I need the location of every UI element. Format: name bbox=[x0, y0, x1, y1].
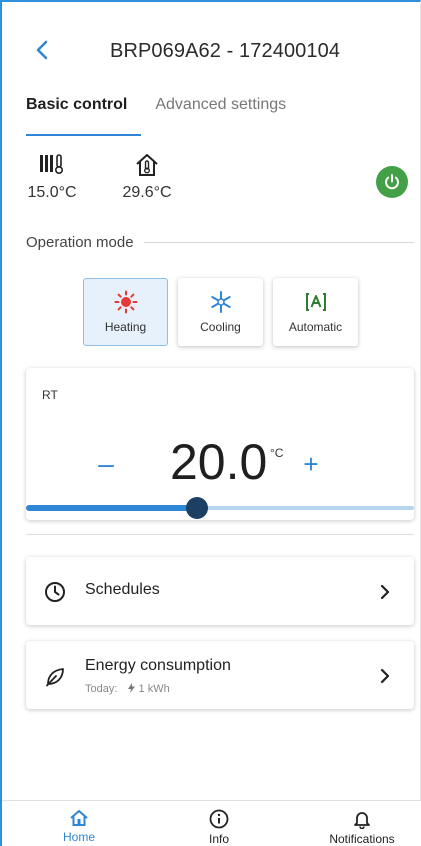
energy-today: Today: 1 kWh bbox=[85, 683, 170, 695]
chevron-right-icon bbox=[380, 584, 390, 600]
slider-track-rest bbox=[197, 506, 414, 510]
energy-today-value: 1 kWh bbox=[138, 683, 170, 695]
bell-icon bbox=[354, 812, 370, 829]
mode-cooling-label: Cooling bbox=[200, 320, 241, 334]
energy-consumption-card[interactable]: Energy consumption Today: 1 kWh bbox=[26, 641, 414, 709]
home-thermometer-icon bbox=[136, 154, 158, 176]
page-title: BRP069A62 - 172400104 bbox=[110, 40, 341, 62]
home-icon bbox=[70, 810, 88, 826]
indoor-temperature-value: 29.6°C bbox=[122, 184, 172, 201]
chevron-right-icon bbox=[380, 668, 390, 684]
operation-mode-header: Operation mode bbox=[26, 234, 414, 251]
rt-label: RT bbox=[42, 388, 58, 402]
indoor-temperature: 29.6°C bbox=[116, 152, 178, 202]
auto-icon bbox=[305, 293, 326, 311]
back-button[interactable] bbox=[28, 36, 56, 64]
operation-mode-selector: Heating Cooling Automatic bbox=[83, 278, 358, 346]
energy-today-label: Today: bbox=[85, 683, 118, 695]
slider-fill bbox=[26, 505, 197, 511]
operation-mode-label: Operation mode bbox=[26, 234, 134, 251]
snowflake-icon bbox=[210, 291, 231, 313]
app-screen: BRP069A62 - 172400104 Basic control Adva… bbox=[0, 0, 421, 846]
power-button[interactable] bbox=[376, 166, 408, 198]
energy-consumption-label: Energy consumption bbox=[85, 657, 231, 674]
temperature-slider[interactable] bbox=[26, 497, 414, 519]
header: BRP069A62 - 172400104 bbox=[2, 2, 420, 88]
temperature-setpoint: 20.0 bbox=[170, 434, 268, 490]
slider-thumb[interactable] bbox=[186, 497, 208, 519]
outdoor-thermometer-icon bbox=[40, 154, 63, 175]
schedules-card[interactable]: Schedules bbox=[26, 557, 414, 625]
sun-icon bbox=[114, 290, 137, 314]
nav-home-label: Home bbox=[62, 830, 95, 844]
mode-automatic-label: Automatic bbox=[288, 320, 343, 334]
chevron-left-icon bbox=[36, 40, 48, 60]
temperature-unit: °C bbox=[270, 446, 284, 460]
leaf-icon bbox=[46, 668, 64, 687]
increase-temperature-button[interactable]: + bbox=[299, 450, 323, 478]
decrease-temperature-button[interactable]: – bbox=[94, 450, 118, 478]
tab-basic-control[interactable]: Basic control bbox=[26, 96, 142, 136]
schedules-label: Schedules bbox=[85, 581, 160, 598]
mode-heating-label: Heating bbox=[104, 320, 147, 334]
tab-advanced-settings[interactable]: Advanced settings bbox=[155, 96, 286, 136]
nav-notifications[interactable]: Notifications bbox=[320, 809, 404, 846]
nav-info-label: Info bbox=[208, 832, 229, 846]
mode-heating-button[interactable]: Heating bbox=[83, 278, 168, 346]
mode-automatic-button[interactable]: Automatic bbox=[273, 278, 358, 346]
nav-notifications-label: Notifications bbox=[329, 832, 395, 846]
clock-icon bbox=[45, 582, 65, 602]
outdoor-temperature: 15.0°C bbox=[26, 152, 78, 202]
divider bbox=[143, 242, 414, 243]
mode-cooling-button[interactable]: Cooling bbox=[178, 278, 263, 346]
lightning-icon bbox=[128, 683, 136, 693]
section-divider bbox=[26, 534, 414, 535]
nav-info[interactable]: Info bbox=[202, 809, 236, 846]
info-icon bbox=[209, 809, 229, 829]
outdoor-temperature-value: 15.0°C bbox=[27, 184, 77, 201]
tab-bar: Basic control Advanced settings bbox=[26, 96, 300, 136]
nav-home[interactable]: Home bbox=[56, 809, 102, 844]
bottom-navigation: Home Info Notifications bbox=[2, 800, 421, 846]
power-icon bbox=[385, 174, 399, 190]
